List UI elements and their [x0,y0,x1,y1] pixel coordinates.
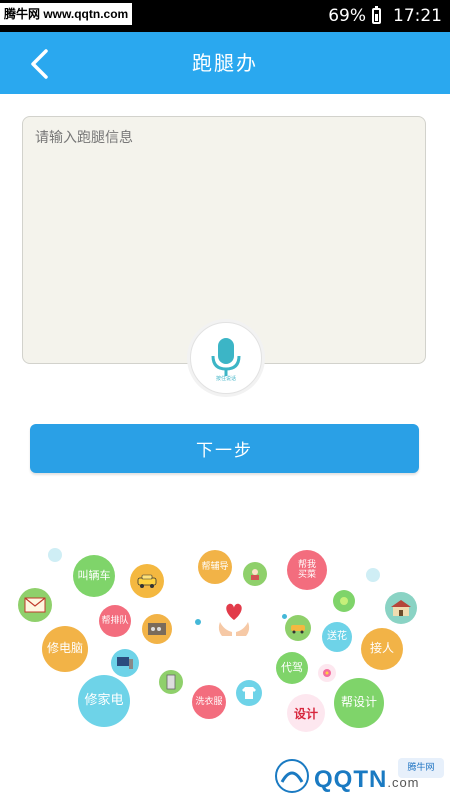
design-logo[interactable]: 设计 [287,694,325,732]
status-watermark: 腾牛网 www.qqtn.com [0,3,133,25]
qqtn-watermark: QQTN.com 腾牛网 [268,752,450,800]
service-design[interactable]: 帮设计 [334,678,384,728]
service-laundry[interactable]: 洗衣服 [192,685,226,719]
next-step-button[interactable]: 下一步 [30,424,419,473]
page-title: 跑腿办 [192,51,258,75]
design-logo-text: 设计 [293,706,318,721]
status-bar: 腾牛网 www.qqtn.com 69% 17:21 [0,0,450,32]
app-header: 跑腿办 [0,32,450,94]
voice-input-button[interactable]: 按住说话 [190,322,262,394]
deco-dot [195,619,201,625]
mail-icon[interactable] [18,588,52,622]
service-label: 接人 [369,641,394,656]
watermark-badge: 腾牛网 [398,758,444,778]
status-right: 69% 17:21 [328,0,442,32]
flower-icon[interactable] [318,664,336,682]
service-repair-computer[interactable]: 修电脑 [42,626,88,672]
deco-dot [366,568,380,582]
battery-percent: 69% [328,6,366,26]
service-label: 洗衣服 [195,696,223,707]
queue-icon[interactable] [142,614,172,644]
service-tutoring[interactable]: 帮辅导 [198,550,232,584]
service-label: 叫辆车 [77,568,111,582]
service-designated-driver[interactable]: 代驾 [276,652,308,684]
battery-icon [372,6,381,24]
back-button[interactable] [22,46,58,82]
service-label: 帮设计 [340,695,377,710]
service-call-car[interactable]: 叫辆车 [73,555,115,597]
tutoring-icon[interactable] [243,562,267,586]
heart-hands-icon [214,600,254,640]
leaf-icon[interactable] [333,590,355,612]
deco-dot [48,548,62,562]
service-label: 帮我买菜 [297,559,316,580]
service-label: 帮辅导 [201,561,229,572]
watermark-brand-text: QQTN [314,766,388,793]
service-label: 送花 [327,631,347,643]
appliance-icon[interactable] [159,670,183,694]
computer-icon[interactable] [111,649,139,677]
car-service-icon[interactable] [285,615,311,641]
shirt-icon[interactable] [236,680,262,706]
taxi-icon[interactable] [130,564,164,598]
chevron-left-icon [31,49,48,79]
service-label: 代驾 [281,660,303,674]
house-icon[interactable] [385,592,417,624]
service-repair-appliances[interactable]: 修家电 [78,675,130,727]
service-label: 帮排队 [101,615,129,626]
service-queue[interactable]: 帮排队 [99,605,131,637]
mic-caption: 按住说话 [215,376,236,382]
service-pick-up[interactable]: 接人 [361,628,403,670]
service-label: 修电脑 [46,641,83,656]
service-send-flowers[interactable]: 送花 [322,622,352,652]
clock: 17:21 [393,6,442,26]
deco-dot [282,614,287,619]
service-label: 修家电 [84,692,124,708]
service-buy-groceries[interactable]: 帮我买菜 [287,550,327,590]
qqtn-logo-icon [275,759,309,793]
